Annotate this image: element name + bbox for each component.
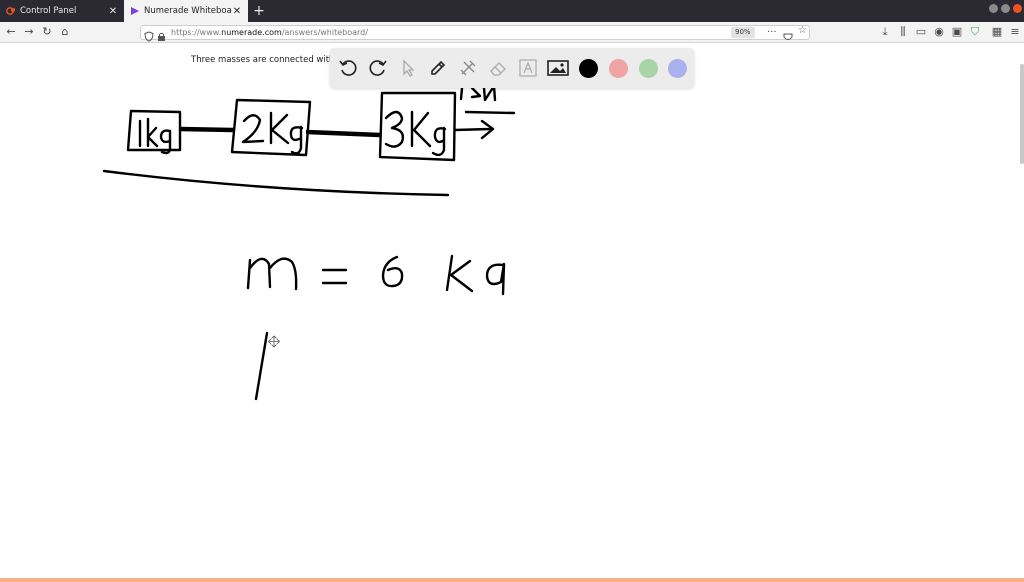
page-scrollbar[interactable] [1020, 64, 1024, 164]
redo-icon[interactable] [366, 56, 390, 80]
bottom-progress-strip [0, 578, 1024, 582]
pointer-icon[interactable] [396, 56, 420, 80]
whiteboard-toolbar [330, 48, 694, 88]
pen-icon[interactable] [426, 56, 450, 80]
label-1kg [138, 117, 172, 155]
undo-icon[interactable] [336, 56, 360, 80]
force-arrow [453, 119, 495, 140]
tools-icon[interactable] [456, 56, 480, 80]
rope-2-3 [305, 129, 382, 138]
eraser-icon[interactable] [486, 56, 510, 80]
vertical-stroke [254, 331, 269, 401]
ground-line [102, 169, 450, 197]
color-green-swatch[interactable] [636, 56, 660, 80]
equation-m [246, 257, 298, 291]
text-icon[interactable] [516, 56, 540, 80]
equation-kg [445, 254, 506, 296]
image-icon[interactable] [546, 56, 570, 80]
equation-six [381, 255, 404, 288]
color-black-swatch[interactable] [576, 56, 600, 80]
label-3kg [384, 110, 447, 157]
rope-1-2 [178, 126, 235, 133]
move-cursor-icon [267, 335, 281, 348]
label-2kg [241, 111, 304, 155]
label-12n [459, 84, 516, 115]
equation-equals [321, 268, 348, 285]
color-red-swatch[interactable] [606, 56, 630, 80]
color-blue-swatch[interactable] [665, 56, 689, 80]
